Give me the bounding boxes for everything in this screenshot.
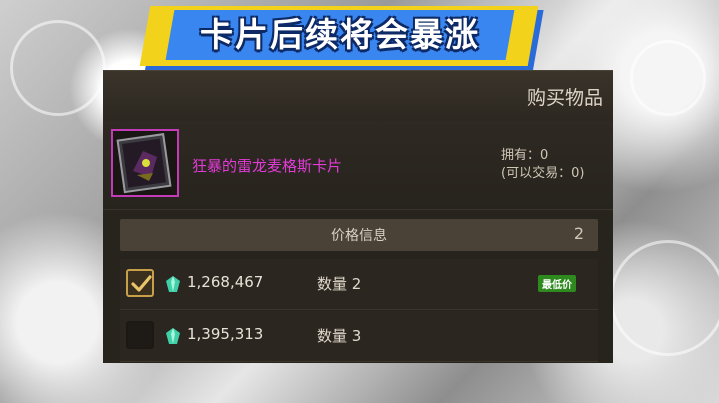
gem-icon bbox=[166, 276, 180, 292]
listing-price: 1,268,467 bbox=[187, 273, 264, 291]
item-owned-info: 拥有：0 (可以交易：0) bbox=[501, 147, 584, 183]
listing-quantity: 数量 2 bbox=[317, 275, 362, 293]
tradable-count: (可以交易：0) bbox=[501, 166, 585, 181]
gem-icon bbox=[166, 328, 180, 344]
listing-price: 1,395,313 bbox=[187, 325, 264, 343]
listing-row[interactable]: 1,395,313 数量 3 bbox=[120, 311, 598, 362]
banner-title: 卡片后续将会暴涨 bbox=[200, 15, 480, 54]
check-icon bbox=[131, 275, 152, 292]
lowest-price-badge: 最低价 bbox=[538, 275, 576, 292]
listing-checkbox[interactable] bbox=[126, 321, 154, 349]
panel-title: 购买物品 bbox=[526, 87, 603, 109]
listing-quantity: 数量 3 bbox=[317, 327, 362, 345]
item-row: 狂暴的雷龙麦格斯卡片 拥有：0 (可以交易：0) bbox=[103, 121, 613, 210]
item-name: 狂暴的雷龙麦格斯卡片 bbox=[192, 157, 343, 175]
background-splash bbox=[10, 20, 106, 116]
price-info-label: 价格信息 bbox=[331, 228, 387, 244]
purchase-panel: 购买物品 狂暴的雷龙麦格斯卡片 拥有：0 (可以交易：0) 价格信息 2 1,2… bbox=[103, 70, 613, 363]
listing-checkbox[interactable] bbox=[126, 269, 154, 297]
price-info-count: 2 bbox=[573, 224, 584, 243]
panel-header: 购买物品 bbox=[103, 71, 613, 121]
listing-row[interactable]: 1,268,467 数量 2 最低价 bbox=[120, 259, 598, 310]
background-splash bbox=[630, 40, 706, 116]
price-info-header: 价格信息 2 bbox=[120, 219, 598, 251]
owned-count: 拥有：0 bbox=[501, 148, 549, 163]
card-thumbnail-icon[interactable] bbox=[111, 129, 179, 197]
background-splash bbox=[610, 240, 719, 356]
